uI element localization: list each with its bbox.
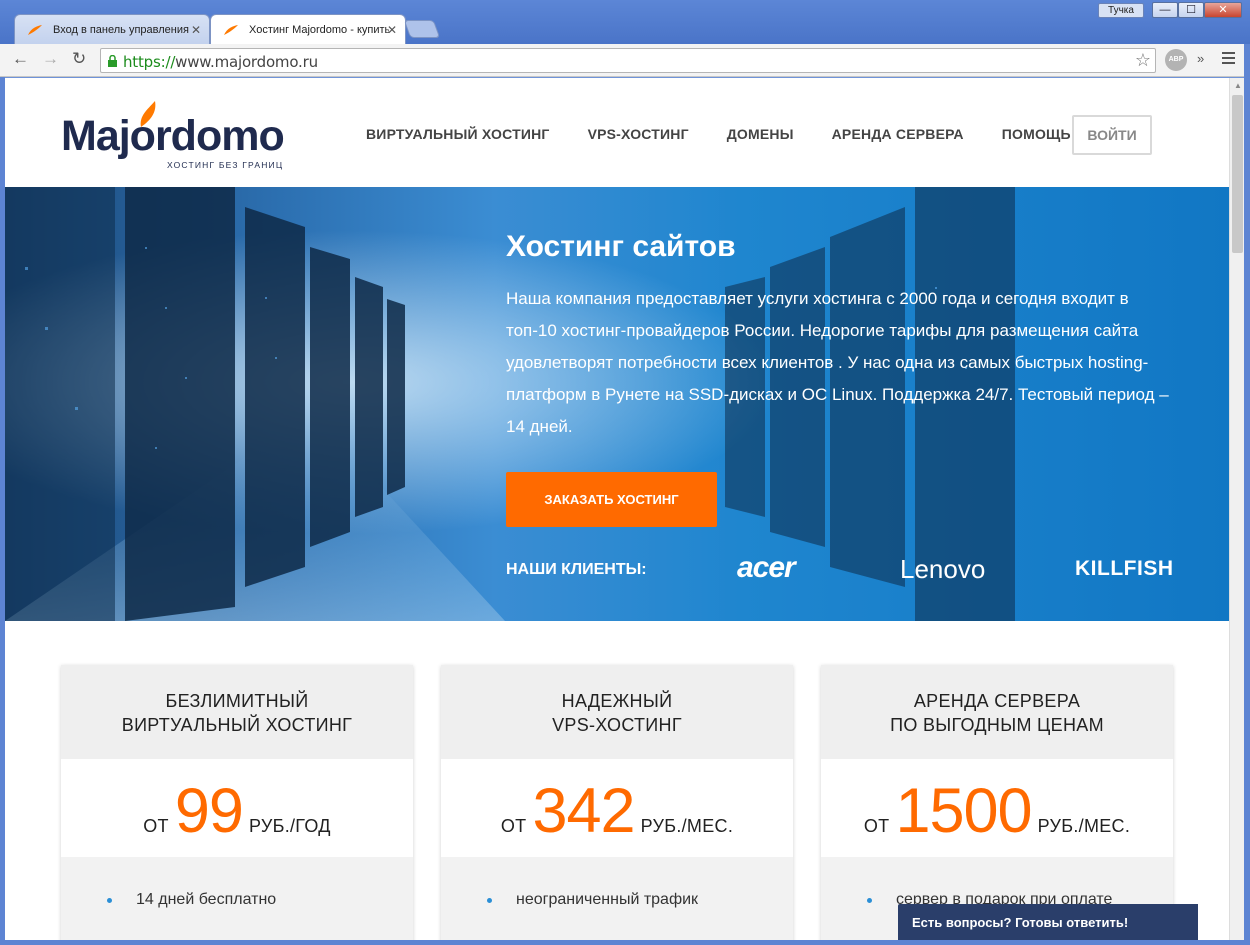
forward-arrow-icon[interactable]: → bbox=[42, 50, 59, 68]
tab-title: Хостинг Majordomo - купить bbox=[249, 24, 389, 36]
plan-card-virtual-hosting[interactable]: БЕЗЛИМИТНЫЙ ВИРТУАЛЬНЫЙ ХОСТИНГ ОТ99 РУБ.… bbox=[61, 665, 413, 940]
chat-label: Есть вопросы? Готовы ответить! bbox=[912, 915, 1129, 930]
plan-card-header: АРЕНДА СЕРВЕРА ПО ВЫГОДНЫМ ЦЕНАМ bbox=[821, 665, 1173, 759]
title-bar: Вход в панель управления ✕ Хостинг Major… bbox=[0, 0, 1250, 44]
window-frame bbox=[1244, 44, 1250, 945]
client-logo-killfish: KILLFISH bbox=[1075, 557, 1174, 580]
tab-majordomo-hosting[interactable]: Хостинг Majordomo - купить ✕ bbox=[210, 14, 406, 44]
extensions-overflow-icon[interactable]: » bbox=[1197, 51, 1204, 66]
majordomo-favicon-icon bbox=[224, 25, 238, 35]
window-frame bbox=[0, 940, 1250, 945]
browser-toolbar: ← → ↻ https://www.majordomo.ru ☆ ABP » bbox=[0, 44, 1250, 77]
client-logo-lenovo: Lenovo bbox=[900, 554, 986, 584]
tab-close-icon[interactable]: ✕ bbox=[191, 23, 201, 37]
site-logo[interactable]: Majordomo ХОСТИНГ БЕЗ ГРАНИЦ bbox=[61, 101, 291, 176]
url-text: https://www.majordomo.ru bbox=[123, 53, 318, 71]
adblock-icon[interactable]: ABP bbox=[1165, 49, 1187, 71]
back-arrow-icon[interactable]: ← bbox=[12, 50, 29, 68]
hero-banner: Хостинг сайтов Наша компания предоставля… bbox=[5, 187, 1229, 621]
plan-feature: неограниченный трафик bbox=[441, 857, 793, 940]
hero-title: Хостинг сайтов bbox=[506, 230, 736, 263]
plan-title-line: НАДЕЖНЫЙ bbox=[561, 691, 673, 711]
nav-help[interactable]: ПОМОЩЬ bbox=[1002, 126, 1071, 142]
logo-wordmark: Majordomo bbox=[61, 112, 285, 160]
price-prefix: ОТ bbox=[500, 816, 527, 836]
bookmark-star-icon[interactable]: ☆ bbox=[1135, 50, 1151, 71]
majordomo-favicon-icon bbox=[28, 25, 42, 35]
plan-feature: 14 дней бесплатно bbox=[61, 857, 413, 940]
plan-title-line: БЕЗЛИМИТНЫЙ bbox=[165, 691, 309, 711]
browser-menu-icon[interactable] bbox=[1222, 52, 1235, 67]
close-window-button[interactable]: ✕ bbox=[1204, 2, 1242, 18]
nav-domains[interactable]: ДОМЕНЫ bbox=[727, 126, 794, 142]
minimize-button[interactable]: — bbox=[1152, 2, 1178, 18]
plan-price: ОТ342 РУБ./МЕС. bbox=[441, 759, 793, 857]
tab-close-icon[interactable]: ✕ bbox=[387, 23, 397, 37]
order-hosting-button[interactable]: ЗАКАЗАТЬ ХОСТИНГ bbox=[506, 472, 717, 527]
logo-tagline: ХОСТИНГ БЕЗ ГРАНИЦ bbox=[167, 160, 284, 170]
scroll-up-icon[interactable]: ▲ bbox=[1234, 81, 1242, 90]
plan-price: ОТ1500 РУБ./МЕС. bbox=[821, 759, 1173, 857]
price-value: 99 bbox=[174, 776, 244, 846]
nav-vps-hosting[interactable]: VPS-ХОСТИНГ bbox=[588, 126, 689, 142]
maximize-button[interactable]: ☐ bbox=[1178, 2, 1204, 18]
plan-card-vps-hosting[interactable]: НАДЕЖНЫЙ VPS-ХОСТИНГ ОТ342 РУБ./МЕС. неог… bbox=[441, 665, 793, 940]
logo-flame-icon bbox=[140, 101, 156, 127]
reload-icon[interactable]: ↻ bbox=[72, 50, 86, 68]
chat-widget-button[interactable]: Есть вопросы? Готовы ответить! bbox=[898, 894, 1198, 940]
plan-price: ОТ99 РУБ./ГОД bbox=[61, 759, 413, 857]
price-value: 1500 bbox=[895, 776, 1032, 846]
plan-title-line: ПО ВЫГОДНЫМ ЦЕНАМ bbox=[890, 715, 1104, 735]
price-unit: РУБ./ГОД bbox=[248, 816, 331, 836]
hero-description: Наша компания предоставляет услуги хости… bbox=[506, 289, 1169, 436]
lock-icon bbox=[108, 55, 117, 67]
price-prefix: ОТ bbox=[143, 816, 169, 836]
plan-card-server-rent[interactable]: АРЕНДА СЕРВЕРА ПО ВЫГОДНЫМ ЦЕНАМ ОТ1500 Р… bbox=[821, 665, 1173, 940]
plan-card-header: БЕЗЛИМИТНЫЙ ВИРТУАЛЬНЫЙ ХОСТИНГ bbox=[61, 665, 413, 759]
page-scrollbar[interactable]: ▲ bbox=[1229, 78, 1244, 940]
price-prefix: ОТ bbox=[863, 816, 890, 836]
nav-server-rent[interactable]: АРЕНДА СЕРВЕРА bbox=[832, 126, 964, 142]
tab-login-panel[interactable]: Вход в панель управления ✕ bbox=[14, 14, 210, 44]
address-bar[interactable]: https://www.majordomo.ru ☆ bbox=[100, 48, 1156, 73]
page-viewport: Majordomo ХОСТИНГ БЕЗ ГРАНИЦ ВИРТУАЛЬНЫЙ… bbox=[5, 78, 1229, 940]
plan-title-line: АРЕНДА СЕРВЕРА bbox=[913, 691, 1081, 711]
price-value: 342 bbox=[532, 776, 635, 846]
price-unit: РУБ./МЕС. bbox=[640, 816, 734, 836]
tab-title: Вход в панель управления bbox=[53, 24, 189, 36]
clients-label: НАШИ КЛИЕНТЫ: bbox=[506, 561, 647, 578]
new-tab-button[interactable] bbox=[403, 20, 441, 38]
plan-title-line: VPS-ХОСТИНГ bbox=[552, 715, 682, 735]
plan-card-header: НАДЕЖНЫЙ VPS-ХОСТИНГ bbox=[441, 665, 793, 759]
login-button[interactable]: ВОЙТИ bbox=[1072, 115, 1152, 155]
plan-title-line: ВИРТУАЛЬНЫЙ ХОСТИНГ bbox=[121, 715, 353, 735]
profile-button[interactable]: Тучка bbox=[1098, 3, 1144, 18]
scroll-thumb[interactable] bbox=[1232, 95, 1243, 253]
nav-virtual-hosting[interactable]: ВИРТУАЛЬНЫЙ ХОСТИНГ bbox=[366, 126, 550, 142]
main-nav: ВИРТУАЛЬНЫЙ ХОСТИНГ VPS-ХОСТИНГ ДОМЕНЫ А… bbox=[366, 126, 1109, 142]
price-unit: РУБ./МЕС. bbox=[1037, 816, 1131, 836]
client-logo-acer: acer bbox=[737, 551, 796, 584]
